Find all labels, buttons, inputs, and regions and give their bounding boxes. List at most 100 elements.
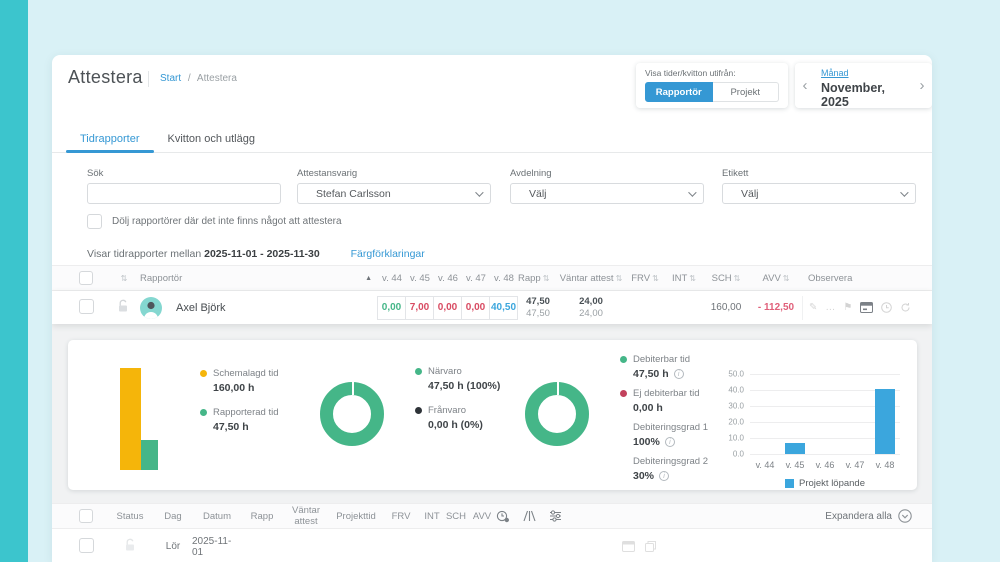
breadcrumb: Start / Attestera [160,73,237,84]
hide-empty-reporters-row: Dölj rapportörer där det inte finns någo… [87,214,342,229]
column-week-47[interactable]: v. 47 [462,273,490,284]
approver-label: Attestansvarig [297,168,491,179]
select-all-checkbox[interactable] [79,271,93,285]
column-sch[interactable]: SCH⇅ [702,273,750,284]
chevron-down-icon [900,188,908,196]
approver-select[interactable]: Stefan Carlsson [297,183,491,204]
billing-donut [525,382,589,446]
department-value: Välj [529,188,688,200]
observera-cell: ✎ … ⚑ [802,296,918,320]
column-rapp[interactable]: Rapp⇅ [518,273,558,284]
weekly-legend: Projekt löpande [750,478,900,489]
week-48-value[interactable]: 40,50 [489,296,518,320]
legend-dot [415,368,422,375]
tag-value: Välj [741,188,900,200]
unlock-icon[interactable] [117,299,129,313]
weekly-x-axis: v. 44 v. 45 v. 46 v. 47 v. 48 [750,460,900,470]
week-47-value[interactable]: 0,00 [461,296,490,320]
legend-dot [200,409,207,416]
reporter-cell[interactable]: Axel Björk [140,297,378,319]
tag-select[interactable]: Välj [722,183,916,204]
next-period-button[interactable]: › [912,63,932,108]
date-range: 2025-11-01 - 2025-11-30 [204,248,320,260]
week-45-value[interactable]: 7,00 [405,296,434,320]
hide-empty-reporters-checkbox[interactable] [87,214,102,229]
prev-period-button[interactable]: ‹ [795,63,815,108]
day-row[interactable]: Lör 2025-11-01 [52,529,932,562]
column-observera: Observera [802,273,918,284]
pencil-icon: ✎ [809,302,817,313]
avatar [140,297,162,319]
legend-square [785,479,794,488]
info-icon[interactable]: i [674,369,684,379]
day-row-checkbox[interactable] [79,538,94,553]
sort-icon: ⇅ [689,274,696,283]
legend-dot [415,407,422,414]
charts-card: Schemalagd tid 160,00 h Rapporterad tid … [68,340,917,490]
clock-settings-icon[interactable] [496,510,510,523]
day-date: 2025-11-01 [192,536,242,558]
toggle-rapportor-button[interactable]: Rapportör [645,82,713,102]
schedule-calendar-icon[interactable] [860,302,873,313]
column-day-sch: SCH [444,511,468,522]
info-icon[interactable]: i [665,437,675,447]
dots-icon: … [825,302,835,313]
column-int[interactable]: INT⇅ [666,273,702,284]
column-projekttid: Projekttid [330,511,382,522]
column-vantar-attest[interactable]: Väntar attest⇅ [558,273,624,284]
tab-bar: Tidrapporter Kvitton och utlägg [52,128,932,153]
unlock-icon[interactable] [124,538,136,552]
bar-v45 [785,443,805,454]
column-week-44[interactable]: v. 44 [378,273,406,284]
legend-dot [620,390,627,397]
bar-v48 [875,389,895,454]
search-input[interactable] [87,183,281,204]
day-select-all-checkbox[interactable] [79,509,93,523]
sliders-icon[interactable] [549,510,562,522]
period-value: November, 2025 [821,81,912,109]
view-toggle-label: Visa tider/kvitton utifrån: [645,68,779,78]
calendar-icon [622,541,635,552]
column-avv[interactable]: AVV⇅ [750,273,802,284]
period-mode-link[interactable]: Månad [821,68,849,78]
range-info: Visar tidrapporter mellan 2025-11-01 - 2… [87,248,425,260]
reporter-name: Axel Björk [176,302,226,314]
page-title: Attestera [68,67,143,88]
copy-icon [645,541,656,552]
rapp-cell: 47,50 47,50 [518,296,558,320]
info-icon[interactable]: i [659,471,669,481]
column-day-vantar-attest: Väntar attest [282,505,330,527]
breadcrumb-home-link[interactable]: Start [160,73,181,84]
tab-kvitton-och-utlagg[interactable]: Kvitton och utlägg [154,128,269,152]
header-divider [148,71,149,87]
view-toggle-card: Visa tider/kvitton utifrån: Rapportör Pr… [636,63,788,108]
expand-all-button[interactable]: Expandera alla [825,509,912,523]
sort-icon: ⇅ [734,274,741,283]
column-week-46[interactable]: v. 46 [434,273,462,284]
department-select[interactable]: Välj [510,183,704,204]
lock-sort-icon[interactable]: ⇅ [121,274,128,283]
column-week-45[interactable]: v. 45 [406,273,434,284]
report-table-header: ⇅ Rapportör ▲ v. 44 v. 45 v. 46 v. 47 v.… [52,265,932,291]
column-frv[interactable]: FRV⇅ [624,273,666,284]
row-checkbox[interactable] [79,299,94,314]
time-totals-legend: Schemalagd tid 160,00 h Rapporterad tid … [200,368,278,446]
charts-section: Schemalagd tid 160,00 h Rapporterad tid … [52,324,932,503]
color-legend-link[interactable]: Färgförklaringar [351,248,425,260]
column-rapportor[interactable]: Rapportör ▲ [140,273,378,284]
breadcrumb-current: Attestera [197,73,237,84]
sort-icon: ⇅ [652,274,659,283]
tab-tidrapporter[interactable]: Tidrapporter [66,128,154,152]
day-night-icon[interactable] [523,510,536,522]
week-44-value[interactable]: 0,00 [377,296,406,320]
weekly-plot-area: 50.0 40.0 30.0 20.0 10.0 0.0 [750,374,900,454]
column-week-48[interactable]: v. 48 [490,273,518,284]
toggle-projekt-button[interactable]: Projekt [713,82,780,102]
department-label: Avdelning [510,168,704,179]
sort-icon: ⇅ [616,274,623,283]
week-46-value[interactable]: 0,00 [433,296,462,320]
day-table-header: Status Dag Datum Rapp Väntar attest Proj… [52,503,932,529]
legend-dot [200,370,207,377]
sidebar-strip [0,0,28,562]
sch-cell: 160,00 [702,302,750,313]
